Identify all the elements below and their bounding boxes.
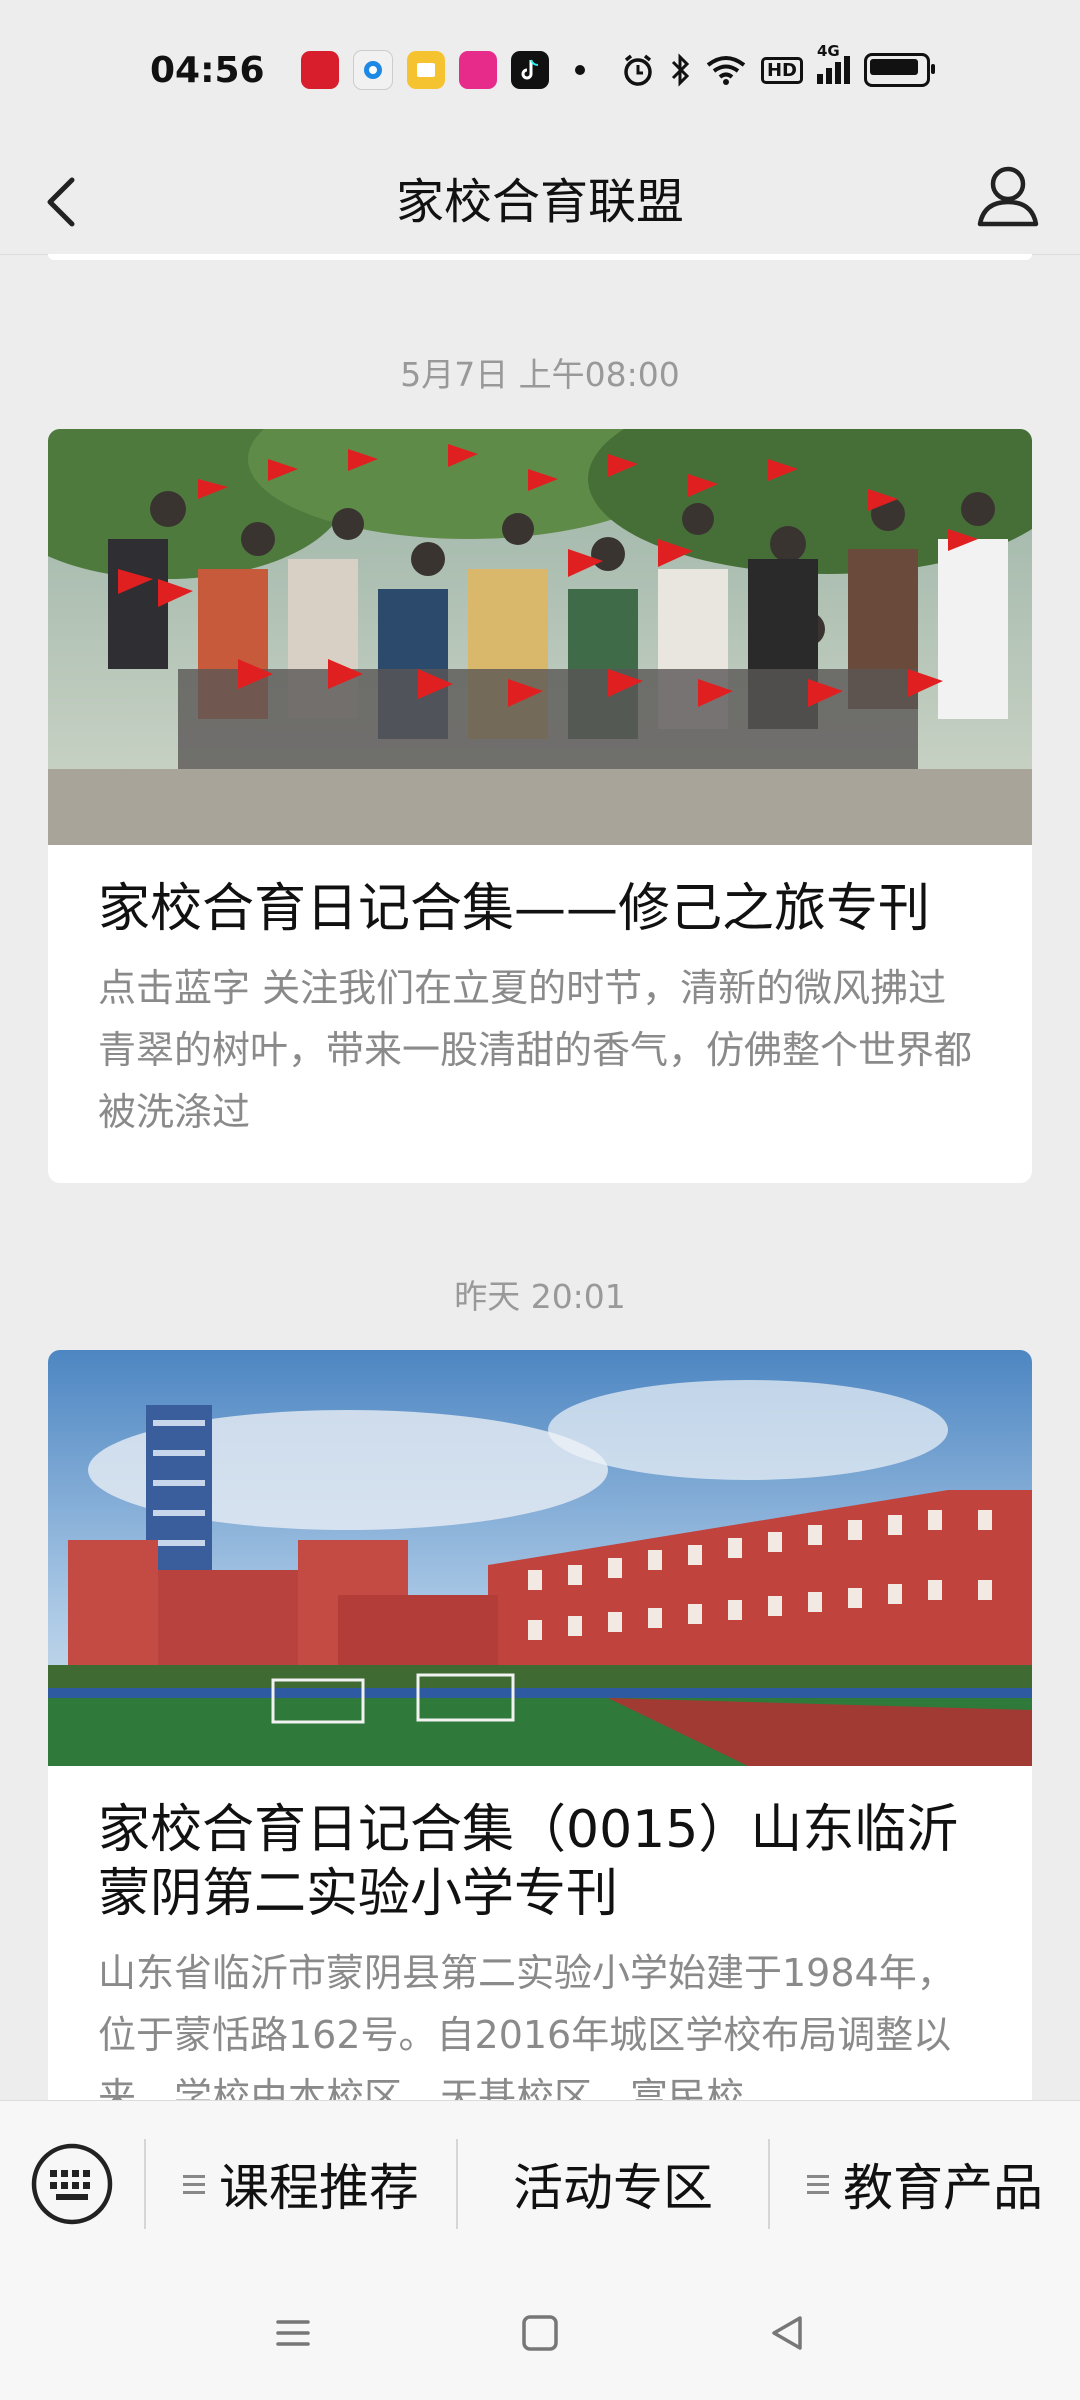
article-feed[interactable]: 5月7日 上午08:00 家校合育日记合集——修己之旅专刊 点击蓝字 关注我们在… (0, 254, 1080, 2100)
article-card[interactable]: 家校合育日记合集——修己之旅专刊 点击蓝字 关注我们在立夏的时节，清新的微风拂过… (48, 429, 1032, 1183)
system-navigation-bar (0, 2266, 1080, 2400)
status-right: HD 4G (621, 42, 935, 87)
menu-item-courses[interactable]: 课程推荐 (146, 2101, 456, 2267)
article-body: 家校合育日记合集——修己之旅专刊 点击蓝字 关注我们在立夏的时节，清新的微风拂过… (48, 845, 1032, 1183)
previous-card-edge (48, 254, 1032, 260)
network-type-label: 4G (817, 42, 840, 60)
wifi-icon (706, 56, 746, 85)
jd-app-icon (300, 51, 339, 89)
keyboard-toggle-button[interactable] (0, 2101, 144, 2267)
tiktok-app-icon (510, 51, 549, 89)
status-time: 04:56 (150, 49, 265, 91)
article-cover-image (48, 1350, 1032, 1766)
keyboard-icon (31, 2143, 113, 2225)
back-triangle-icon[interactable] (762, 2308, 812, 2358)
home-icon[interactable] (515, 2308, 565, 2358)
article-title: 家校合育日记合集（0015）山东临沂蒙阴第二实验小学专刊 (98, 1800, 959, 1924)
reader-app-icon (406, 51, 445, 89)
menu-item-label: 教育产品 (843, 2159, 1043, 2217)
article-excerpt: 山东省临沂市蒙阴县第二实验小学始建于1984年，位于蒙恬路162号。自2016年… (98, 1951, 955, 2100)
status-bar: 04:56 HD 4G (0, 0, 1080, 140)
timestamp: 5月7日 上午08:00 (400, 355, 680, 394)
submenu-icon (807, 2173, 829, 2195)
status-left: 04:56 (150, 50, 585, 91)
header-bar: 家校合育联盟 (0, 140, 1080, 255)
profile-button[interactable] (966, 154, 1050, 238)
hd-badge: HD (760, 56, 803, 84)
article-title: 家校合育日记合集——修己之旅专刊 (98, 879, 931, 939)
article-card[interactable]: 家校合育日记合集（0015）山东临沂蒙阴第二实验小学专刊 山东省临沂市蒙阴县第二… (48, 1350, 1032, 2100)
cellular-signal-icon: 4G (817, 42, 850, 84)
timestamp: 昨天 20:01 (454, 1277, 626, 1316)
bottom-menu-bar: 课程推荐 活动专区 教育产品 (0, 2100, 1080, 2267)
article-cover-image (48, 429, 1032, 845)
user-icon (977, 166, 1039, 227)
article-body: 家校合育日记合集（0015）山东临沂蒙阴第二实验小学专刊 山东省临沂市蒙阴县第二… (48, 1766, 1032, 2100)
menu-item-label: 活动专区 (513, 2159, 713, 2217)
menu-item-label: 课程推荐 (219, 2159, 419, 2217)
battery-icon (864, 53, 935, 87)
chevron-left-icon (47, 177, 75, 227)
alarm-icon (624, 54, 652, 86)
bluetooth-icon (671, 53, 690, 87)
back-button[interactable] (36, 158, 116, 238)
submenu-icon (183, 2173, 205, 2195)
notification-dot-icon (574, 65, 585, 75)
menu-item-activities[interactable]: 活动专区 (458, 2101, 768, 2267)
recent-apps-icon[interactable] (268, 2308, 318, 2358)
browser-app-icon (352, 50, 393, 90)
shop-app-icon (458, 51, 497, 89)
article-excerpt: 点击蓝字 关注我们在立夏的时节，清新的微风拂过青翠的树叶，带来一股清甜的香气，仿… (98, 966, 973, 1134)
menu-item-products[interactable]: 教育产品 (770, 2101, 1080, 2267)
page-title: 家校合育联盟 (395, 174, 684, 230)
